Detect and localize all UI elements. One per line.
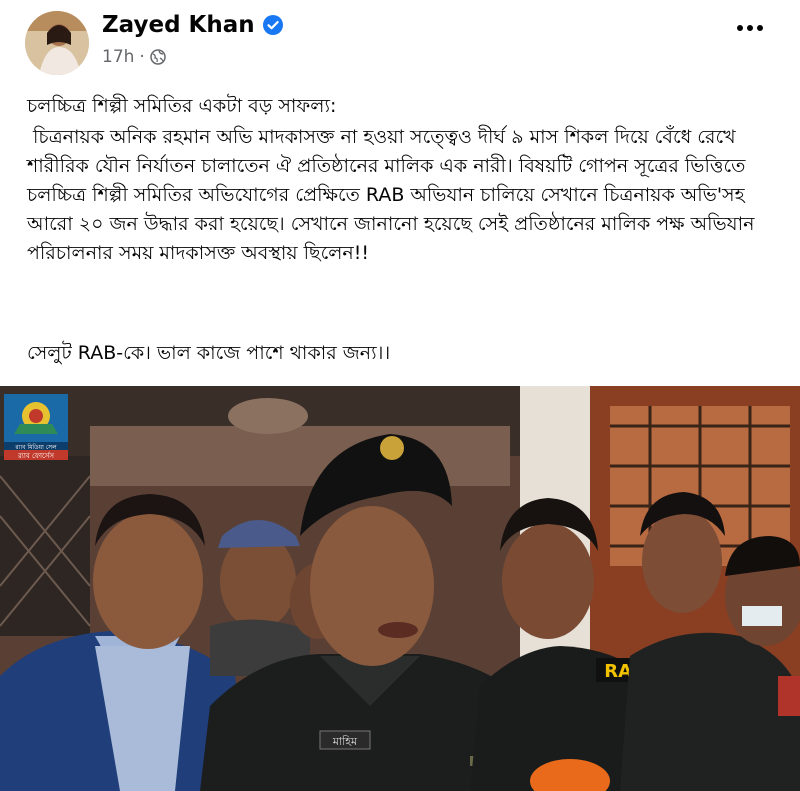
logo-caption-1: র‌্যাব মিডিয়া সেল bbox=[14, 444, 57, 451]
officer-name-tag: মাহিম bbox=[332, 735, 358, 748]
post-header: Zayed Khan 17h · bbox=[0, 0, 800, 88]
post-meta: 17h · bbox=[102, 47, 166, 67]
more-options-icon[interactable] bbox=[736, 24, 764, 32]
meta-separator: · bbox=[139, 47, 145, 67]
post-paragraph-1: চলচ্চিত্র শিল্পী সমিতির একটা বড় সাফল্য: bbox=[27, 95, 337, 117]
logo-caption-2: র‌্যাব ফোর্সেস bbox=[17, 452, 54, 460]
author-line: Zayed Khan bbox=[102, 12, 283, 38]
author-avatar[interactable] bbox=[25, 11, 89, 75]
post-paragraph-3: সেলুট RAB-কে। ভাল কাজে পাশে থাকার জন্য।। bbox=[27, 342, 391, 364]
globe-icon[interactable] bbox=[150, 49, 166, 65]
post-paragraph-2: চিত্রনায়ক অনিক রহমান অভি মাদকাসক্ত না হ… bbox=[27, 126, 755, 264]
post-photo[interactable]: মাহিম RAB র‌্যাব মিডিয়া সেল র‌্যাব ফোর্… bbox=[0, 386, 800, 791]
author-name[interactable]: Zayed Khan bbox=[102, 12, 255, 38]
post-timestamp[interactable]: 17h bbox=[102, 47, 134, 67]
verified-badge-icon bbox=[262, 15, 283, 35]
